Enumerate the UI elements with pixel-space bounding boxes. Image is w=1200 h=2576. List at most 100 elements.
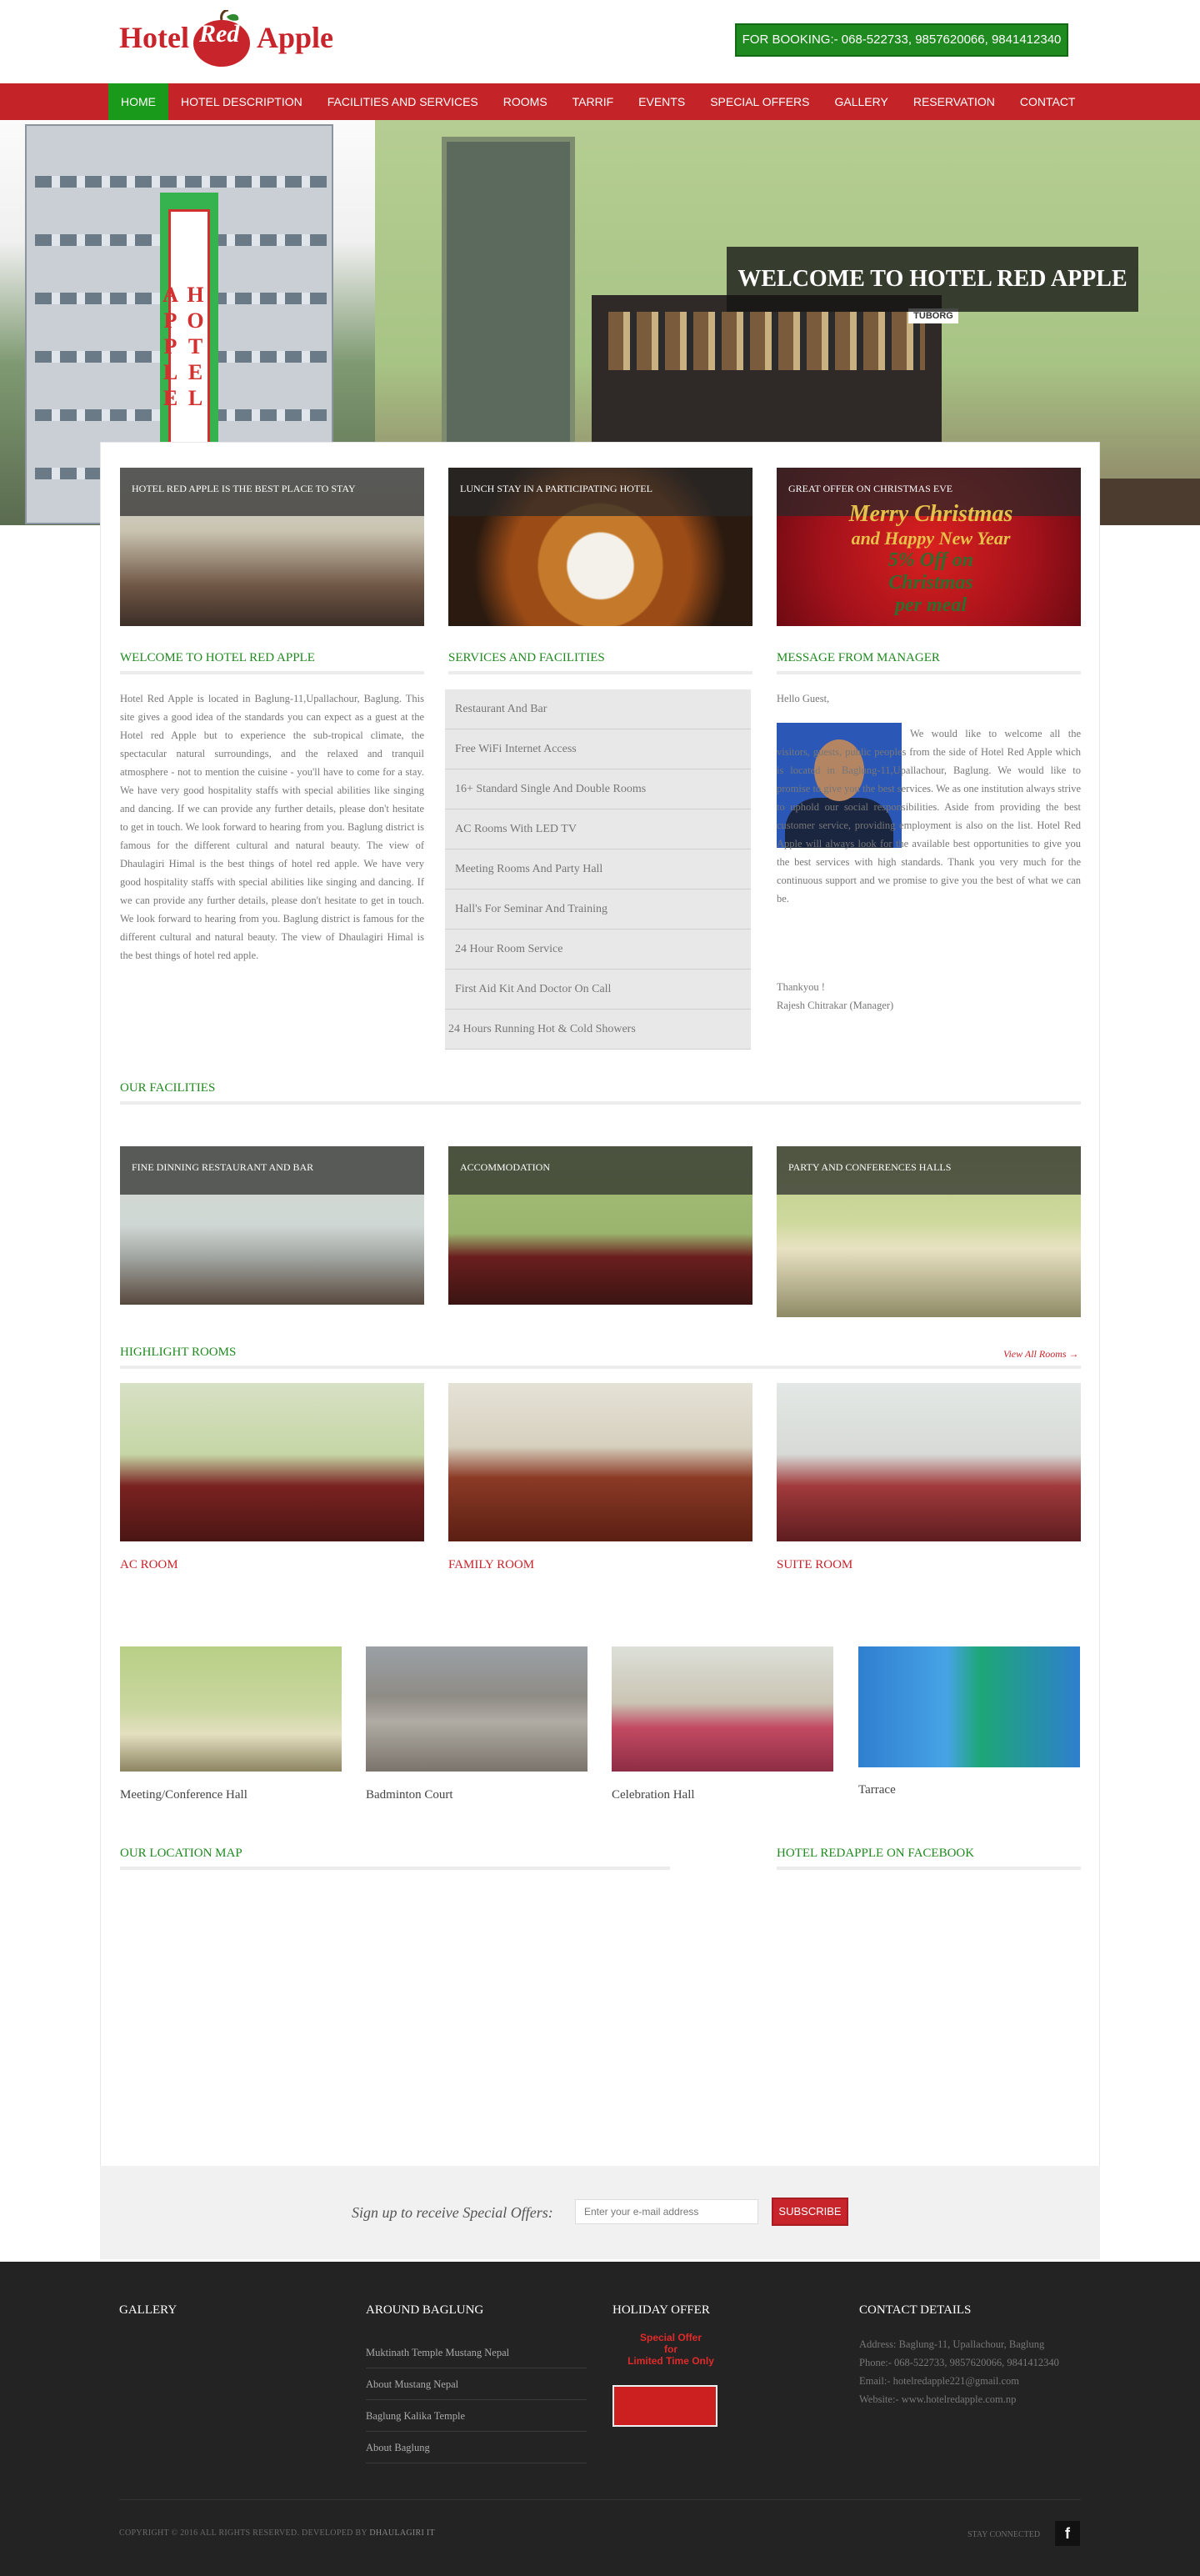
facility-card-accommodation[interactable]: ACCOMMODATION (448, 1146, 752, 1305)
facebook-widget[interactable] (777, 1882, 1081, 2148)
manager-greeting: Hello Guest, (777, 693, 830, 704)
nav-item-tarrif[interactable]: TARRIF (560, 83, 627, 120)
nav-item-facilities[interactable]: FACILITIES AND SERVICES (315, 83, 491, 120)
hall-card-meeting[interactable] (120, 1646, 342, 1772)
hotel-logo[interactable]: Hotel Red Apple (119, 10, 344, 72)
subscribe-button[interactable]: SUBSCRIBE (772, 2198, 848, 2226)
stay-connected-label: STAY CONNECTED (968, 2530, 1041, 2539)
photo-float-spacer (643, 724, 777, 849)
room-name[interactable]: FAMILY ROOM (448, 1558, 534, 1572)
footer-link[interactable]: Muktinath Temple Mustang Nepal (366, 2347, 587, 2368)
contact-email[interactable]: Email:- hotelredapple221@gmail.com (859, 2372, 1019, 2390)
bottle-shelf (608, 312, 925, 370)
nav-item-events[interactable]: EVENTS (626, 83, 698, 120)
logo-word-apple: Apple (257, 21, 334, 54)
section-divider (120, 671, 424, 674)
nav-item-gallery[interactable]: GALLERY (822, 83, 900, 120)
welcome-title: WELCOME TO HOTEL RED APPLE (120, 651, 315, 664)
christmas-line-5: per meal (895, 594, 967, 616)
badminton-court-image (366, 1646, 588, 1772)
room-card-family[interactable] (448, 1383, 752, 1541)
hero-title: WELCOME TO HOTEL RED APPLE (727, 247, 1138, 312)
christmas-line-1: Merry Christmas (848, 501, 1013, 527)
feature-card-caption: HOTEL RED APPLE IS THE BEST PLACE TO STA… (120, 468, 424, 516)
offer-line: Limited Time Only (628, 2355, 714, 2367)
main-nav: HOME HOTEL DESCRIPTION FACILITIES AND SE… (0, 83, 1200, 120)
main-content: HOTEL RED APPLE IS THE BEST PLACE TO STA… (100, 442, 1100, 2259)
room-card-suite[interactable] (777, 1383, 1081, 1541)
hall-name[interactable]: Meeting/Conference Hall (120, 1788, 248, 1802)
facility-card-restaurant[interactable]: FINE DINNING RESTAURANT AND BAR (120, 1146, 424, 1305)
facebook-title: HOTEL REDAPPLE ON FACEBOOK (777, 1847, 975, 1860)
offer-line: Special Offer (639, 2332, 702, 2343)
christmas-line-3: 5% Off on (888, 549, 974, 571)
facebook-icon[interactable]: f (1055, 2521, 1080, 2546)
service-item: Meeting Rooms And Party Hall (445, 849, 751, 890)
room-card-ac[interactable] (120, 1383, 424, 1541)
logo-word-red: Red (199, 20, 240, 48)
feature-card-best-place[interactable]: HOTEL RED APPLE IS THE BEST PLACE TO STA… (120, 468, 424, 626)
ac-room-image (120, 1383, 424, 1541)
footer: GALLERY AROUND BAGLUNG Muktinath Temple … (0, 2262, 1200, 2576)
footer-link[interactable]: About Mustang Nepal (366, 2378, 587, 2400)
meeting-hall-image (120, 1646, 342, 1772)
section-divider (777, 1867, 1081, 1870)
nav-item-home[interactable]: HOME (108, 83, 168, 120)
contact-address: Address: Baglung-11, Upallachour, Baglun… (859, 2338, 1045, 2350)
hall-name[interactable]: Tarrace (858, 1783, 896, 1797)
nav-item-contact[interactable]: CONTACT (1008, 83, 1088, 120)
footer-link[interactable]: Baglung Kalika Temple (366, 2410, 587, 2432)
footer-around-title: AROUND BAGLUNG (366, 2303, 484, 2317)
contact-phone: Phone:- 068-522733, 9857620066, 98414123… (859, 2357, 1059, 2368)
developer-link[interactable]: DHAULAGIRI IT (369, 2528, 435, 2538)
nav-item-special-offers[interactable]: SPECIAL OFFERS (698, 83, 822, 120)
manager-message: We would like to welcome all the visitor… (777, 724, 1081, 908)
feature-card-lunch[interactable]: LUNCH STAY IN A PARTICIPATING HOTEL (448, 468, 752, 626)
section-divider (777, 671, 1081, 674)
footer-contact-title: CONTACT DETAILS (859, 2303, 972, 2317)
holiday-offer-image[interactable] (612, 2385, 718, 2427)
hall-card-celebration[interactable] (612, 1646, 833, 1772)
balcony-row (35, 176, 327, 188)
subscribe-label: Sign up to receive Special Offers: (352, 2204, 553, 2221)
family-room-image (448, 1383, 752, 1541)
header: Hotel Red Apple FOR BOOKING:- 068-522733… (0, 0, 1200, 83)
welcome-paragraph: Hotel Red Apple is located in Baglung-11… (120, 693, 424, 961)
hall-card-tarrace[interactable] (858, 1646, 1080, 1767)
holiday-offer-badge[interactable]: Special Offer for Limited Time Only (612, 2332, 729, 2368)
section-divider (120, 1366, 1081, 1369)
service-item: 24 Hour Room Service (445, 930, 751, 970)
hall-card-badminton[interactable] (366, 1646, 588, 1772)
subscribe-email-input[interactable] (575, 2199, 758, 2224)
location-map[interactable] (120, 1882, 670, 2148)
facilities-title: OUR FACILITIES (120, 1081, 216, 1095)
service-item: 24 Hours Running Hot & Cold Showers (445, 1010, 751, 1050)
subscribe-bar: Sign up to receive Special Offers: SUBSC… (100, 2166, 1100, 2259)
nav-item-reservation[interactable]: RESERVATION (901, 83, 1008, 120)
footer-holiday-title: HOLIDAY OFFER (612, 2303, 710, 2317)
nav-item-rooms[interactable]: ROOMS (491, 83, 560, 120)
manager-message-text: We would like to welcome all the visitor… (777, 728, 1081, 905)
room-name[interactable]: AC ROOM (120, 1558, 178, 1572)
logo-word-hotel: Hotel (119, 21, 189, 54)
celebration-hall-image (612, 1646, 833, 1772)
view-all-rooms-link[interactable]: View All Rooms → (1003, 1348, 1079, 1361)
feature-card-christmas[interactable]: GREAT OFFER ON CHRISTMAS EVE Merry Chris… (777, 468, 1081, 626)
facility-caption: FINE DINNING RESTAURANT AND BAR (120, 1146, 424, 1195)
hall-name[interactable]: Badminton Court (366, 1788, 453, 1802)
feature-card-caption: LUNCH STAY IN A PARTICIPATING HOTEL (448, 468, 752, 516)
rooms-title: HIGHLIGHT ROOMS (120, 1346, 237, 1359)
facility-caption: PARTY AND CONFERENCES HALLS (777, 1146, 1081, 1195)
section-divider (448, 671, 752, 674)
contact-website[interactable]: Website:- www.hotelredapple.com.np (859, 2390, 1016, 2408)
bar-window (442, 137, 575, 454)
footer-link[interactable]: About Baglung (366, 2442, 587, 2463)
hall-name[interactable]: Celebration Hall (612, 1788, 695, 1802)
suite-room-image (777, 1383, 1081, 1541)
section-divider (120, 1867, 670, 1870)
facility-card-party-hall[interactable]: PARTY AND CONFERENCES HALLS (777, 1146, 1081, 1317)
service-item: Hall's For Seminar And Training (445, 890, 751, 930)
nav-item-hotel-description[interactable]: HOTEL DESCRIPTION (168, 83, 315, 120)
service-item: First Aid Kit And Doctor On Call (445, 970, 751, 1010)
room-name[interactable]: SUITE ROOM (777, 1558, 852, 1572)
